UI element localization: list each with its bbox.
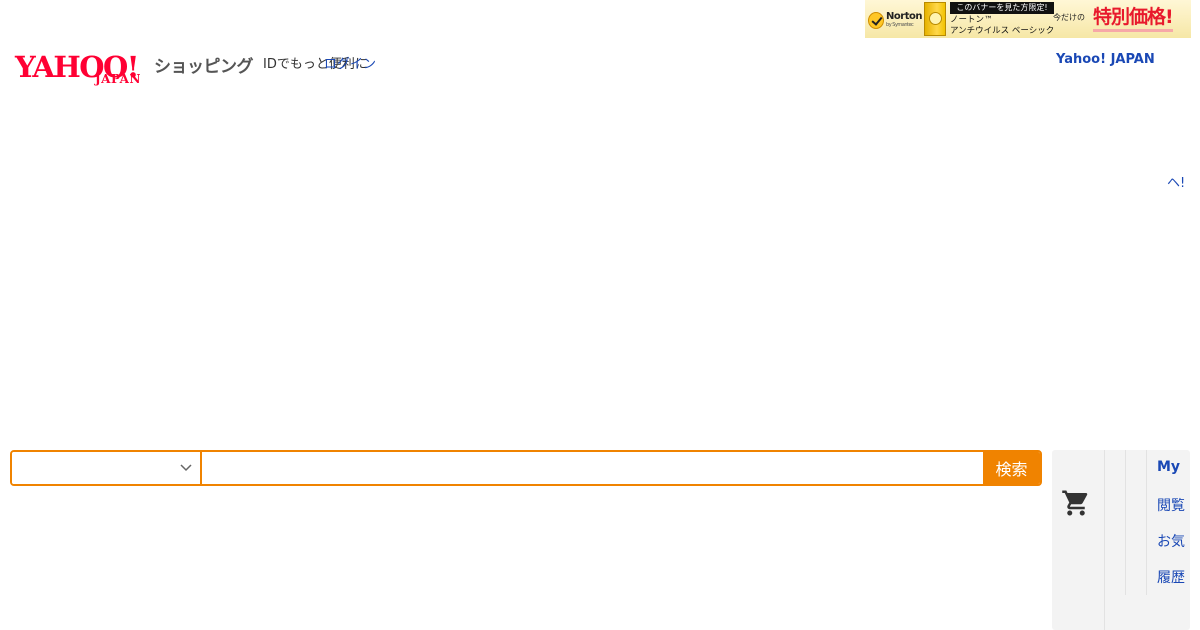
category-select[interactable] — [12, 452, 202, 484]
side-link-favorites[interactable]: お気 — [1157, 531, 1185, 551]
search-input[interactable] — [202, 452, 983, 484]
help-link[interactable]: ヘ! — [1167, 172, 1185, 191]
logo-japan-text: JAPAN — [95, 72, 141, 86]
side-link-history[interactable]: 履歴 — [1157, 567, 1185, 587]
special-price-text: 特別価格! — [1093, 5, 1174, 32]
product-box-image — [924, 2, 946, 36]
norton-banner-ad[interactable]: Norton by Symantec このバナーを見た方限定! ノートン™ アン… — [865, 0, 1191, 38]
side-column — [1105, 450, 1126, 595]
norton-brand-sub: by Symantec — [886, 22, 914, 28]
norton-check-icon — [868, 11, 885, 29]
shopping-cart-icon[interactable] — [1061, 488, 1091, 518]
chevron-down-icon — [180, 464, 192, 472]
yahoo-japan-link[interactable]: Yahoo! JAPAN — [1056, 52, 1155, 67]
norton-brand-text: Norton — [886, 11, 922, 22]
cart-column — [1052, 450, 1105, 630]
norton-logo: Norton by Symantec — [868, 7, 922, 33]
side-link-browsed[interactable]: 閲覧 — [1157, 495, 1185, 515]
login-link[interactable]: ログイン — [324, 53, 376, 72]
product-name: ノートン™ アンチウイルス ベーシック — [950, 15, 1058, 37]
service-name: ショッピング — [154, 57, 254, 77]
side-panel: My 閲覧 お気 履歴 — [1052, 450, 1190, 630]
limited-text: 今だけの — [1053, 13, 1085, 22]
search-bar: 検索 — [10, 450, 1042, 486]
promo-tag: このバナーを見た方限定! — [950, 2, 1054, 14]
yahoo-shopping-logo[interactable]: YAHOO! JAPAN — [15, 50, 153, 90]
product-name-line1: ノートン™ — [950, 15, 993, 25]
search-button[interactable]: 検索 — [983, 452, 1040, 484]
side-column — [1126, 450, 1147, 595]
product-name-line2: アンチウイルス ベーシック — [950, 26, 1055, 36]
my-page-link[interactable]: My — [1157, 459, 1180, 475]
